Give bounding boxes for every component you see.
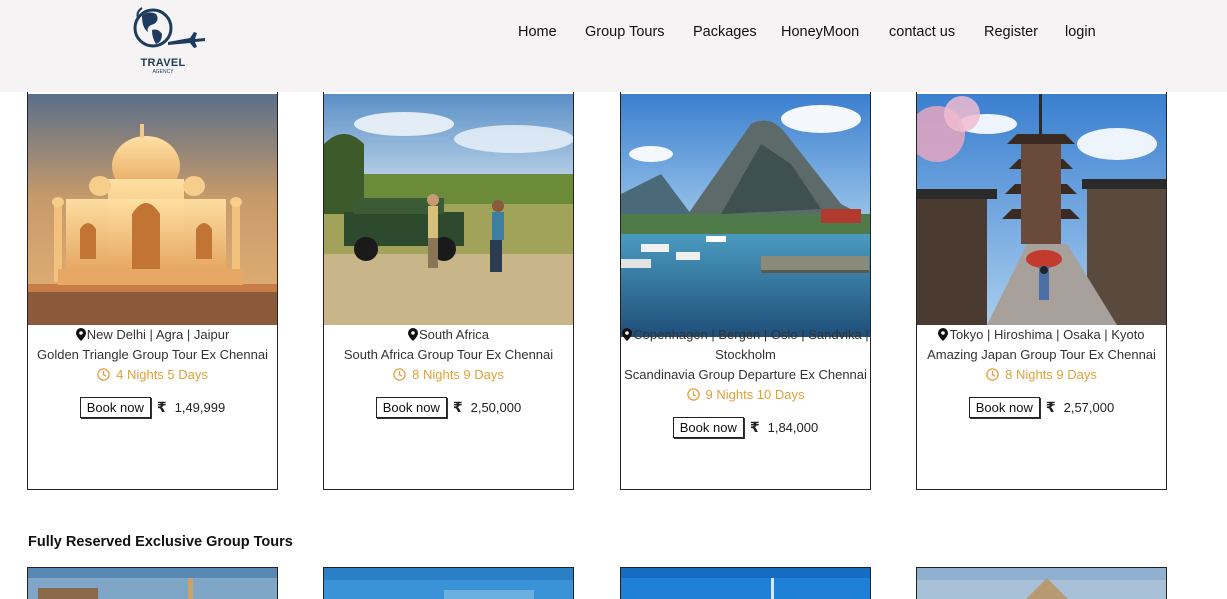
rupee-icon: ₹ [156,399,167,415]
tour-price: ₹1,84,000 [750,417,818,438]
tour-image-fjord[interactable] [621,94,870,337]
tour-card-body: Tokyo | Hiroshima | Osaka | Kyoto Amazin… [917,325,1166,418]
exclusive-tour-card[interactable] [27,567,278,599]
tour-card-scandinavia: Copenhagen | Bergen | Oslo | Sandvika | … [620,60,871,490]
tour-duration: 9 Nights 10 Days [621,385,870,405]
tour-image-pagoda[interactable] [917,94,1166,325]
tour-location-text: Copenhagen | Bergen | Oslo | Sandvika | … [633,327,869,362]
tour-duration-text: 9 Nights 10 Days [705,387,805,402]
map-pin-icon [938,328,949,341]
clock-icon [686,388,700,401]
tour-location: Copenhagen | Bergen | Oslo | Sandvika | … [621,325,870,365]
nav-packages[interactable]: Packages [693,24,757,40]
tour-card-body: Copenhagen | Bergen | Oslo | Sandvika | … [621,325,870,438]
rupee-icon: ₹ [749,419,760,435]
tour-card-japan: Tokyo | Hiroshima | Osaka | Kyoto Amazin… [916,60,1167,490]
tour-title: South Africa Group Tour Ex Chennai [343,347,554,362]
tour-image-taj-mahal[interactable] [28,94,277,325]
tour-price: ₹2,57,000 [1046,397,1114,418]
tour-booking-row: Book now ₹1,49,999 [28,397,277,418]
tour-price-value: 2,50,000 [470,400,522,415]
nav-contact-us[interactable]: contact us [889,24,955,40]
tour-duration-text: 4 Nights 5 Days [116,367,208,382]
nav-home[interactable]: Home [518,24,557,40]
map-pin-icon [407,328,418,341]
clock-icon [986,368,999,381]
book-now-button[interactable]: Book now [375,397,447,418]
rupee-icon: ₹ [1045,399,1056,415]
tour-duration: 8 Nights 9 Days [917,365,1166,385]
rupee-icon: ₹ [452,399,463,415]
tour-location: South Africa [324,325,573,345]
tour-duration-text: 8 Nights 9 Days [1005,367,1097,382]
nav-login[interactable]: login [1065,24,1096,40]
tour-booking-row: Book now ₹1,84,000 [621,417,870,438]
nav-register[interactable]: Register [984,24,1038,40]
tour-booking-row: Book now ₹2,57,000 [917,397,1166,418]
tour-duration: 8 Nights 9 Days [324,365,573,385]
main-nav: Home Group Tours Packages HoneyMoon cont… [0,24,1227,44]
section-title: Fully Reserved Exclusive Group Tours [28,534,293,550]
map-pin-icon [622,328,633,341]
exclusive-tour-card[interactable] [916,567,1167,599]
tour-location: Tokyo | Hiroshima | Osaka | Kyoto [917,325,1166,345]
exclusive-tour-card[interactable] [323,567,574,599]
tour-card-body: South Africa South Africa Group Tour Ex … [324,325,573,418]
tour-price: ₹2,50,000 [453,397,521,418]
logo-text: TRAVEL [140,57,186,69]
clock-icon [393,368,406,381]
tour-duration: 4 Nights 5 Days [28,365,277,385]
logo-subtext: AGENCY [152,69,174,75]
tour-price-value: 2,57,000 [1063,400,1115,415]
tour-price: ₹1,49,999 [157,397,225,418]
tour-card-body: New Delhi | Agra | Jaipur Golden Triangl… [28,325,277,418]
book-now-button[interactable]: Book now [672,417,744,438]
clock-icon [97,368,110,381]
site-header: TRAVEL AGENCY Home Group Tours Packages … [0,0,1227,92]
exclusive-tour-card[interactable] [620,567,871,599]
book-now-button[interactable]: Book now [968,397,1040,418]
tour-price-value: 1,84,000 [767,420,819,435]
tour-title: Scandinavia Group Departure Ex Chennai [624,367,867,382]
tour-booking-row: Book now ₹2,50,000 [324,397,573,418]
tour-location-text: South Africa [418,327,490,342]
nav-group-tours[interactable]: Group Tours [585,24,665,40]
tour-location-text: New Delhi | Agra | Jaipur [86,327,230,342]
tour-location: New Delhi | Agra | Jaipur [28,325,277,345]
map-pin-icon [75,328,86,341]
tour-location-text: Tokyo | Hiroshima | Osaka | Kyoto [949,327,1145,342]
tour-title: Amazing Japan Group Tour Ex Chennai [927,347,1156,362]
tour-image-safari[interactable] [324,94,573,325]
book-now-button[interactable]: Book now [79,397,151,418]
tour-title: Golden Triangle Group Tour Ex Chennai [36,347,268,362]
tour-card-golden-triangle: New Delhi | Agra | Jaipur Golden Triangl… [27,60,278,490]
nav-honeymoon[interactable]: HoneyMoon [781,24,859,40]
tour-price-value: 1,49,999 [174,400,226,415]
tour-duration-text: 8 Nights 9 Days [412,367,504,382]
tour-card-south-africa: South Africa South Africa Group Tour Ex … [323,60,574,490]
